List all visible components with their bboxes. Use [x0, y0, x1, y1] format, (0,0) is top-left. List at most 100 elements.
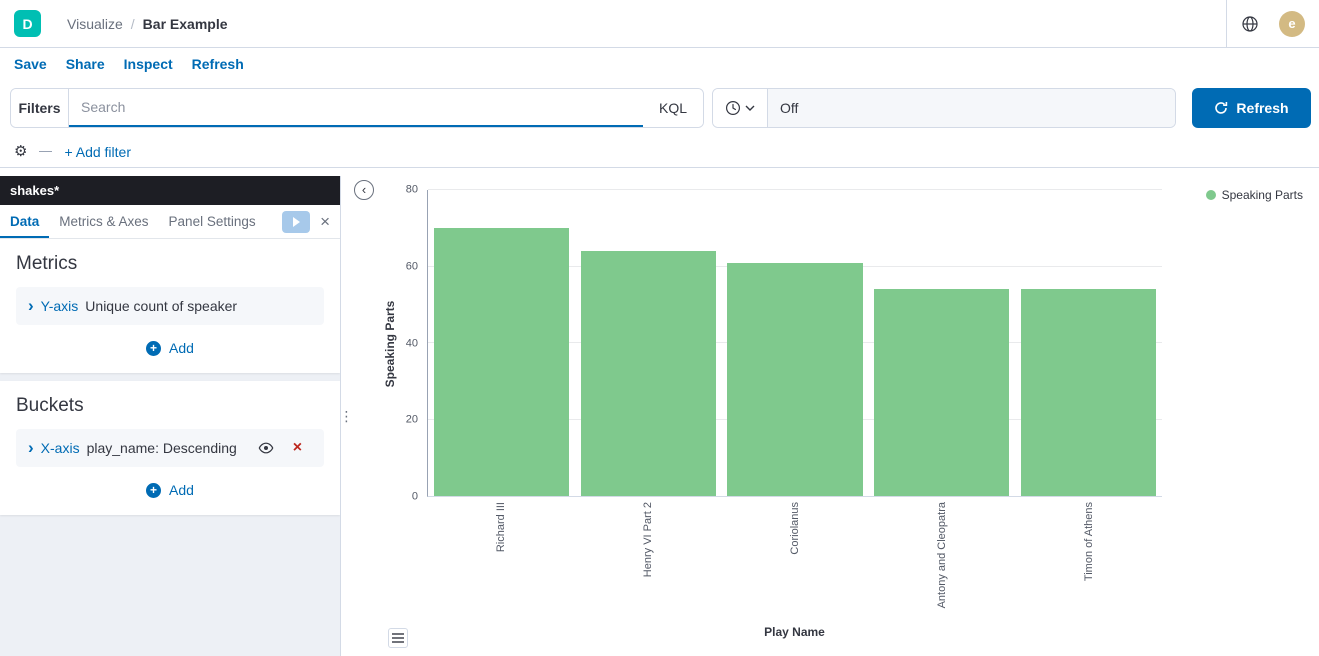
- eye-icon[interactable]: [258, 440, 274, 456]
- buckets-title: Buckets: [16, 395, 324, 417]
- metrics-section: Metrics › Y-axis Unique count of speaker…: [0, 239, 340, 373]
- legend-dot: [1206, 190, 1216, 200]
- save-button[interactable]: Save: [14, 56, 47, 72]
- legend-toggle-button[interactable]: [388, 628, 408, 648]
- search-group: Filters KQL: [10, 88, 704, 128]
- breadcrumb-current: Bar Example: [143, 16, 228, 32]
- bars: [428, 190, 1162, 496]
- chevron-down-icon: [745, 105, 755, 111]
- close-icon: ×: [320, 212, 330, 231]
- bar[interactable]: [874, 289, 1009, 496]
- agg-description: Unique count of speaker: [85, 298, 237, 314]
- remove-bucket-button[interactable]: ×: [293, 440, 302, 456]
- discard-changes-button[interactable]: ×: [318, 213, 332, 230]
- legend-item[interactable]: Speaking Parts: [1206, 188, 1303, 202]
- gear-icon: ⚙: [14, 143, 27, 160]
- tab-actions: ×: [282, 211, 340, 233]
- refresh-interval-button[interactable]: [713, 89, 768, 127]
- avatar-initial: e: [1288, 16, 1295, 31]
- bucket-row-x-axis[interactable]: › X-axis play_name: Descending ×: [16, 429, 324, 467]
- vis-editor-sidebar: shakes* Data Metrics & Axes Panel Settin…: [0, 176, 340, 656]
- filter-divider: [39, 151, 52, 152]
- y-tick-label: 80: [352, 185, 418, 196]
- x-axis-category-label: Coriolanus: [789, 502, 801, 555]
- add-metric-button[interactable]: + Add: [140, 339, 200, 357]
- y-tick-label: 20: [352, 415, 418, 426]
- y-tick-label: 0: [352, 492, 418, 503]
- kql-button[interactable]: KQL: [643, 89, 703, 127]
- chevron-right-icon: ›: [28, 297, 34, 314]
- header-right: e: [1226, 0, 1319, 47]
- search-input[interactable]: [69, 89, 643, 127]
- main-content: shakes* Data Metrics & Axes Panel Settin…: [0, 168, 1319, 656]
- filters-button[interactable]: Filters: [11, 89, 69, 127]
- chart-panel: ‹ Speaking Parts Speaking Parts 02040608…: [352, 176, 1319, 656]
- plot-area: [427, 190, 1162, 497]
- y-tick-label: 60: [352, 261, 418, 272]
- x-label-slot: Richard III: [427, 497, 574, 619]
- list-icon: [392, 633, 404, 643]
- plus-icon: +: [146, 483, 161, 498]
- agg-axis-label: Y-axis: [41, 298, 79, 314]
- bar-slot: [428, 190, 575, 496]
- share-button[interactable]: Share: [66, 56, 105, 72]
- tab-panel-settings[interactable]: Panel Settings: [159, 205, 266, 238]
- agg-description: play_name: Descending: [87, 440, 237, 456]
- tab-metrics-axes[interactable]: Metrics & Axes: [49, 205, 158, 238]
- breadcrumb-separator: /: [131, 16, 135, 32]
- refresh-menu-button[interactable]: Refresh: [192, 56, 244, 72]
- bar-slot: [1015, 190, 1162, 496]
- agg-axis-label: X-axis: [41, 440, 80, 456]
- plus-icon: +: [146, 341, 161, 356]
- buckets-section: Buckets › X-axis play_name: Descending ×…: [0, 381, 340, 515]
- play-icon: [293, 217, 300, 227]
- visualize-toolbar: Save Share Inspect Refresh: [0, 48, 1319, 80]
- bar-slot: [868, 190, 1015, 496]
- breadcrumb: Visualize / Bar Example: [67, 16, 228, 32]
- x-label-slot: Coriolanus: [721, 497, 868, 619]
- inspect-button[interactable]: Inspect: [124, 56, 173, 72]
- bar[interactable]: [727, 263, 862, 496]
- x-axis-category-label: Antony and Cleopatra: [936, 502, 948, 608]
- avatar[interactable]: e: [1279, 11, 1305, 37]
- bar-slot: [722, 190, 869, 496]
- time-picker: Off: [712, 88, 1176, 128]
- help-button[interactable]: [1241, 15, 1259, 33]
- clock-icon: [725, 100, 741, 116]
- refresh-icon: [1214, 101, 1228, 115]
- y-tick-label: 40: [352, 338, 418, 349]
- logo-letter: D: [22, 16, 32, 32]
- x-axis-category-label: Henry VI Part 2: [642, 502, 654, 577]
- bar[interactable]: [581, 251, 716, 496]
- metrics-title: Metrics: [16, 253, 324, 275]
- kibana-logo[interactable]: D: [14, 10, 41, 37]
- x-axis-category-label: Richard III: [495, 502, 507, 552]
- index-pattern-name: shakes*: [10, 183, 59, 198]
- bar[interactable]: [434, 228, 569, 496]
- bar[interactable]: [1021, 289, 1156, 496]
- x-labels: Richard III Henry VI Part 2 Coriolanus Anto…: [427, 497, 1162, 619]
- x-axis-category-label: Timon of Athens: [1083, 502, 1095, 581]
- x-label-slot: Henry VI Part 2: [574, 497, 721, 619]
- filter-bar: ⚙ + Add filter: [0, 136, 1319, 168]
- bar-slot: [575, 190, 722, 496]
- apply-changes-button[interactable]: [282, 211, 310, 233]
- filter-settings-button[interactable]: ⚙: [14, 144, 27, 159]
- index-pattern-header: shakes*: [0, 176, 340, 205]
- search-wrap: KQL: [69, 89, 703, 127]
- legend-label: Speaking Parts: [1222, 188, 1303, 202]
- refresh-interval-value[interactable]: Off: [768, 89, 1175, 127]
- panel-resizer[interactable]: ⋮: [340, 176, 352, 656]
- add-bucket-button[interactable]: + Add: [140, 481, 200, 499]
- tab-data[interactable]: Data: [0, 205, 49, 238]
- chevron-right-icon: ›: [28, 439, 34, 456]
- x-label-slot: Antony and Cleopatra: [868, 497, 1015, 619]
- refresh-button[interactable]: Refresh: [1192, 88, 1311, 128]
- editor-sections: Metrics › Y-axis Unique count of speaker…: [0, 239, 340, 656]
- x-label-slot: Timon of Athens: [1015, 497, 1162, 619]
- add-filter-button[interactable]: + Add filter: [64, 144, 131, 160]
- app-header: D Visualize / Bar Example e: [0, 0, 1319, 48]
- metric-row-y-axis[interactable]: › Y-axis Unique count of speaker: [16, 287, 324, 325]
- add-bucket-label: Add: [169, 482, 194, 498]
- breadcrumb-visualize[interactable]: Visualize: [67, 16, 123, 32]
